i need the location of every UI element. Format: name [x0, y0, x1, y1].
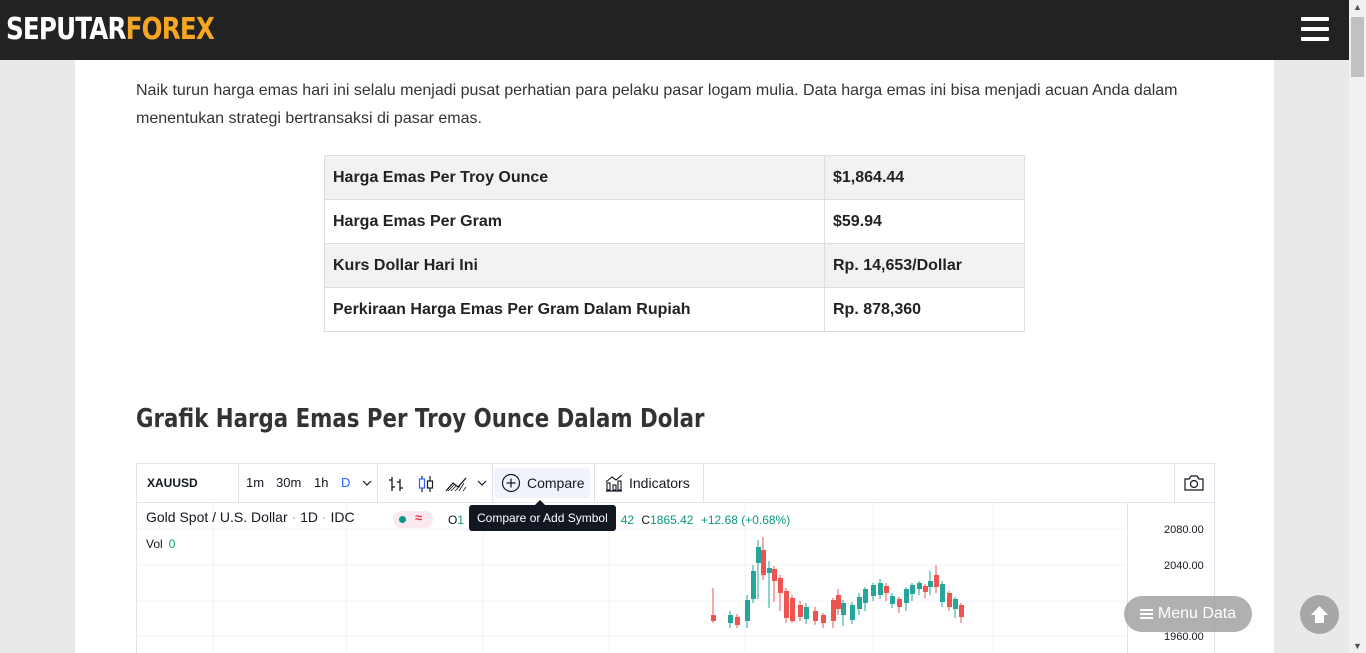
- candle-body: [863, 589, 868, 603]
- hamburger-icon[interactable]: [1301, 17, 1329, 41]
- candle-body: [884, 586, 889, 593]
- list-icon: [1139, 607, 1153, 621]
- candle-body: [778, 578, 783, 593]
- candle-body: [798, 605, 803, 617]
- table-cell-label: Perkiraan Harga Emas Per Gram Dalam Rupi…: [324, 287, 825, 332]
- candle-body: [947, 593, 952, 607]
- symbol-search[interactable]: XAUUSD: [147, 464, 198, 502]
- candles-icon[interactable]: [417, 475, 435, 493]
- candle-body: [841, 603, 846, 615]
- section-title: Grafik Harga Emas Per Troy Ounce Dalam D…: [136, 404, 705, 434]
- camera-icon[interactable]: [1183, 474, 1205, 492]
- table-row: Kurs Dollar Hari Ini Rp. 14,653/Dollar: [324, 243, 1025, 288]
- scroll-to-top-button[interactable]: [1300, 595, 1339, 634]
- site-logo[interactable]: SEPUTARFOREX: [6, 10, 215, 50]
- candle-body: [934, 575, 939, 587]
- table-cell-label: Harga Emas Per Gram: [324, 199, 825, 244]
- candle-body: [735, 617, 740, 625]
- article-content: Naik turun harga emas hari ini selalu me…: [75, 60, 1274, 653]
- indicators-button[interactable]: Indicators: [629, 464, 690, 502]
- candle-body: [745, 600, 750, 621]
- candle-body: [761, 550, 766, 575]
- candle-body: [804, 607, 809, 619]
- candle-body: [953, 599, 958, 609]
- table-row: Perkiraan Harga Emas Per Gram Dalam Rupi…: [324, 287, 1025, 332]
- market-status-badge[interactable]: ≈: [393, 510, 433, 528]
- intro-paragraph: Naik turun harga emas hari ini selalu me…: [136, 82, 1178, 127]
- price-axis-label: 1960.00: [1164, 631, 1204, 643]
- candle-body: [878, 583, 883, 595]
- candle-body: [923, 586, 928, 592]
- volume-legend: Vol 0: [146, 537, 176, 551]
- candle-body: [959, 605, 964, 617]
- site-header: SEPUTARFOREX: [0, 0, 1349, 60]
- timeframe-30m[interactable]: 30m: [276, 464, 301, 502]
- table-row: Harga Emas Per Troy Ounce $1,864.44: [324, 155, 1025, 200]
- add-circle-icon: [501, 473, 521, 493]
- compare-label: Compare: [527, 475, 585, 491]
- delayed-data-icon: ≈: [415, 510, 423, 525]
- table-cell-value: Rp. 878,360: [824, 287, 1025, 332]
- candle-body: [767, 568, 772, 573]
- compare-tooltip: Compare or Add Symbol: [469, 500, 616, 531]
- market-open-icon: [399, 516, 406, 523]
- logo-text-primary: SEPUTAR: [6, 12, 126, 47]
- candle-body: [897, 599, 902, 607]
- menu-data-button[interactable]: Menu Data: [1124, 596, 1252, 632]
- legend-source: IDC: [330, 509, 355, 525]
- candle-body: [850, 605, 855, 620]
- candle-body: [836, 595, 841, 609]
- chart-toolbar: XAUUSD 1m 30m 1h D Compare Indicators: [137, 464, 1214, 503]
- chevron-down-icon[interactable]: [362, 479, 372, 487]
- logo-text-accent: FOREX: [125, 12, 215, 47]
- candle-body: [790, 598, 795, 621]
- candle-body: [728, 615, 733, 623]
- arrow-up-icon: [1311, 606, 1328, 623]
- candle-body: [813, 611, 818, 621]
- timeframe-1h[interactable]: 1h: [314, 464, 328, 502]
- compare-button[interactable]: Compare: [494, 468, 590, 498]
- page-scrollbar[interactable]: ▲ ▼: [1349, 0, 1366, 653]
- candle-body: [756, 547, 761, 563]
- table-cell-label: Kurs Dollar Hari Ini: [324, 243, 825, 288]
- legend-interval: 1D: [300, 509, 318, 525]
- table-cell-value: Rp. 14,653/Dollar: [824, 243, 1025, 288]
- candle-body: [831, 600, 836, 621]
- candle-body: [928, 581, 933, 587]
- candle-body: [890, 596, 895, 604]
- candle-body: [940, 584, 945, 602]
- candle-body: [711, 615, 716, 621]
- indicators-icon[interactable]: [604, 474, 624, 492]
- candle-body: [772, 569, 777, 581]
- table-row: Harga Emas Per Gram $59.94: [324, 199, 1025, 244]
- candle-body: [821, 615, 826, 623]
- candle-body: [751, 571, 756, 599]
- price-axis-label: 2040.00: [1164, 560, 1204, 572]
- timeframe-1m[interactable]: 1m: [246, 464, 264, 502]
- price-axis-label: 2080.00: [1164, 524, 1204, 536]
- legend-title: Gold Spot / U.S. Dollar: [146, 509, 288, 525]
- area-chart-icon[interactable]: [445, 475, 467, 493]
- chevron-down-icon[interactable]: [477, 479, 487, 487]
- candle-body: [857, 597, 862, 609]
- table-cell-value: $1,864.44: [824, 155, 1025, 200]
- table-cell-value: $59.94: [824, 199, 1025, 244]
- candle-body: [784, 591, 789, 618]
- bar-style-icon[interactable]: [387, 475, 405, 493]
- scroll-up-icon[interactable]: ▲: [1349, 0, 1366, 14]
- candle-body: [904, 589, 909, 603]
- table-cell-label: Harga Emas Per Troy Ounce: [324, 155, 825, 200]
- gold-price-table: Harga Emas Per Troy Ounce $1,864.44 Harg…: [324, 155, 1025, 332]
- candle-body: [871, 585, 876, 596]
- scroll-down-icon[interactable]: ▼: [1349, 639, 1366, 653]
- candle-body: [910, 585, 915, 594]
- candle-body: [917, 583, 922, 589]
- chart-widget[interactable]: XAUUSD 1m 30m 1h D Compare Indicators 20…: [136, 463, 1215, 653]
- scroll-thumb[interactable]: [1351, 17, 1364, 77]
- timeframe-d[interactable]: D: [341, 464, 350, 502]
- chart-legend: Gold Spot / U.S. Dollar · 1D · IDC: [146, 509, 355, 525]
